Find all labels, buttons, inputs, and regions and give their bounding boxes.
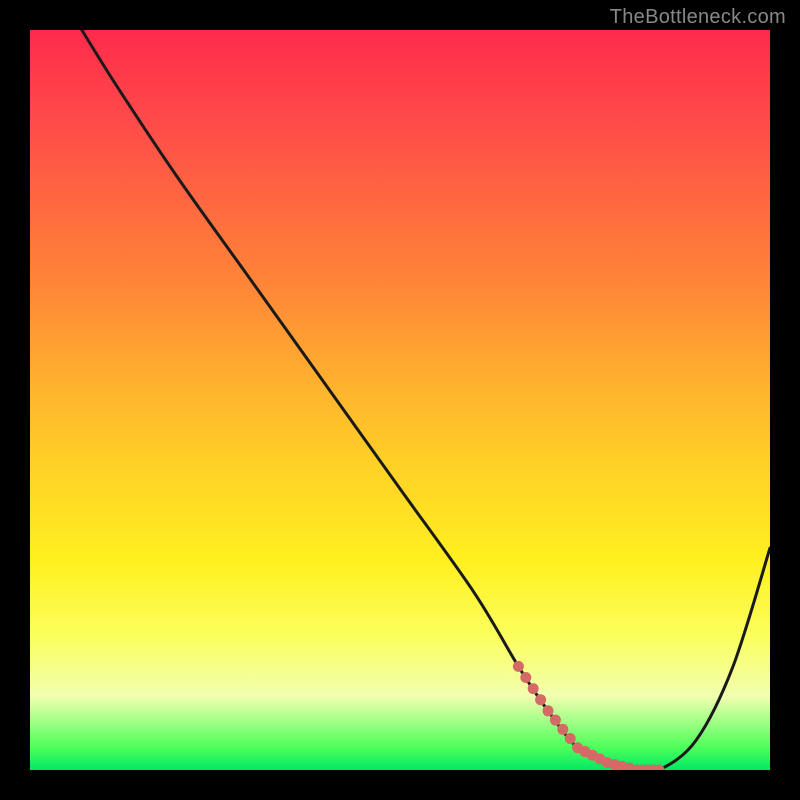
- flat-dot: [565, 733, 576, 744]
- flat-region-dots: [513, 661, 665, 770]
- flat-dot: [513, 661, 524, 672]
- flat-dot: [528, 683, 539, 694]
- chart-frame: TheBottleneck.com: [0, 0, 800, 800]
- chart-svg: [30, 30, 770, 770]
- flat-dot: [543, 705, 554, 716]
- flat-dot: [535, 694, 546, 705]
- bottleneck-curve: [82, 30, 770, 770]
- watermark-text: TheBottleneck.com: [610, 6, 786, 29]
- flat-dot: [557, 724, 568, 735]
- flat-dot: [520, 672, 531, 683]
- flat-dot: [550, 715, 561, 726]
- plot-area: [30, 30, 770, 770]
